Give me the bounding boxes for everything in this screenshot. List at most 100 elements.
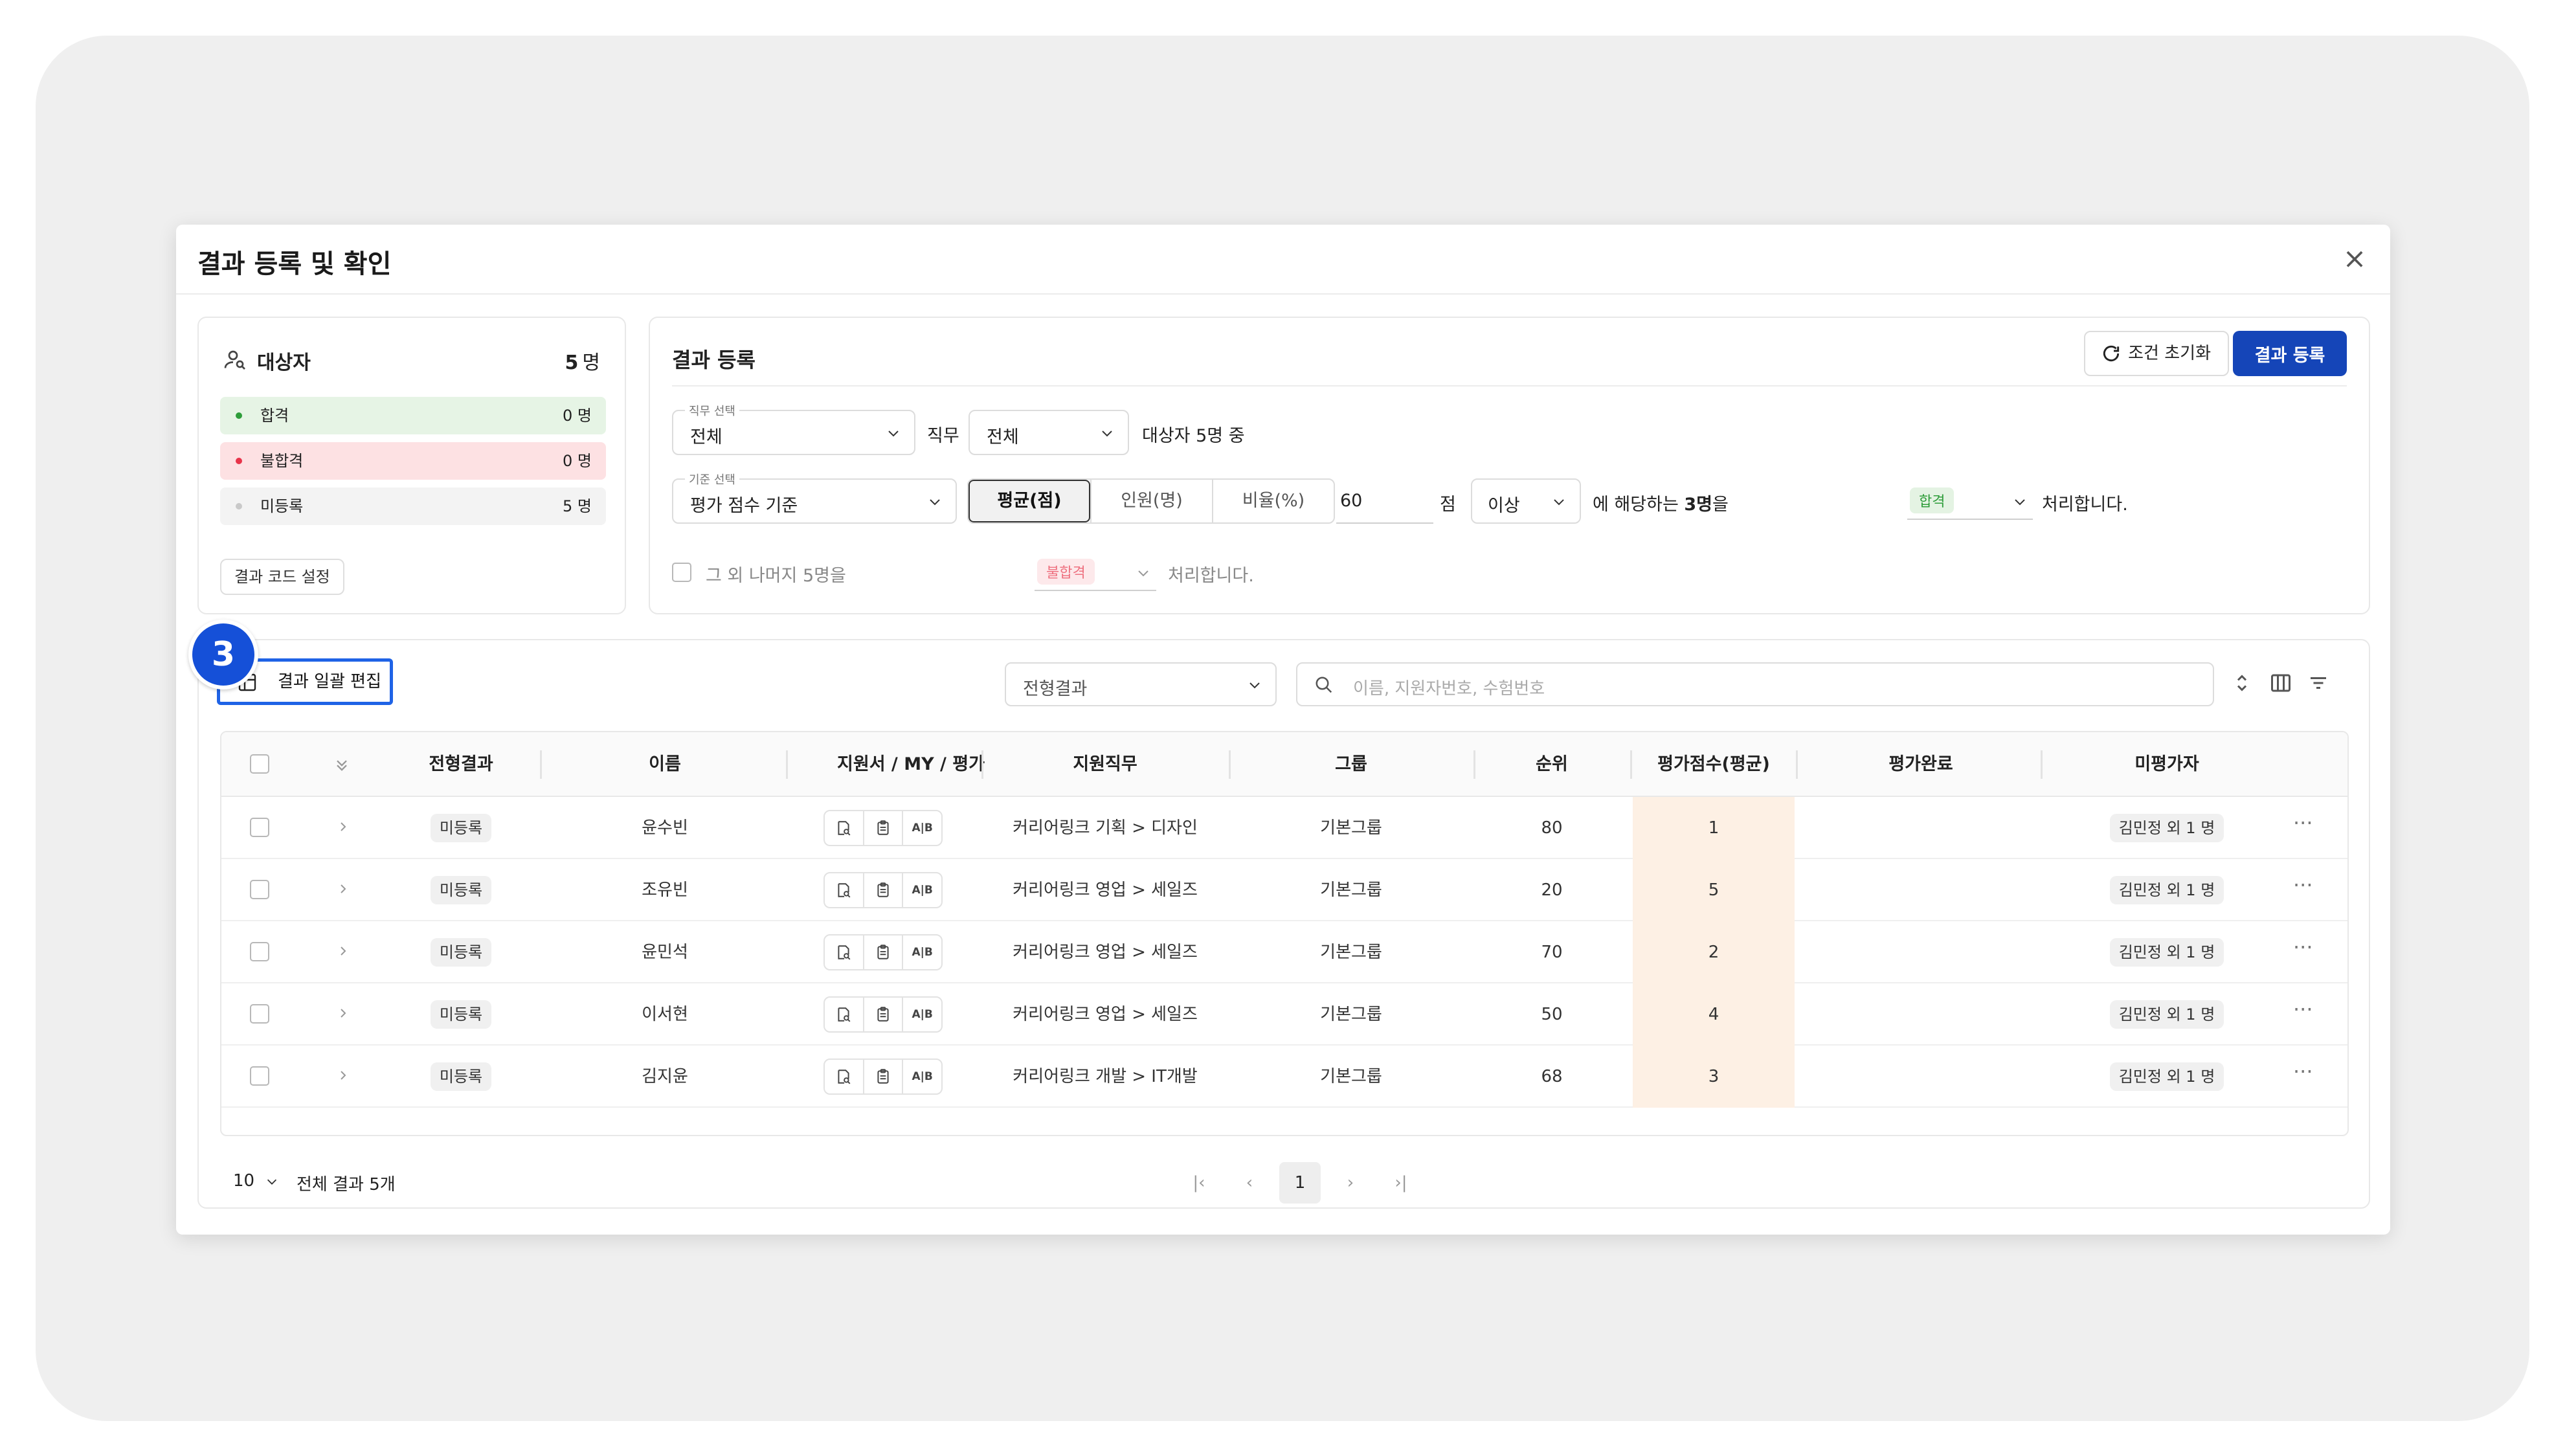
clipboard-icon[interactable] (862, 935, 902, 969)
status-chip: 미등록 (430, 814, 492, 842)
applicant-table: 전형결과 이름 지원서 / MY / 평가 지원직무 그룹 순위 평가점수(평균… (220, 731, 2349, 1136)
name-cell[interactable]: 윤민석 (545, 921, 785, 983)
clipboard-icon[interactable] (862, 1060, 902, 1093)
ab-icon[interactable]: A|B (902, 1060, 941, 1093)
more-icon[interactable]: ··· (2293, 921, 2313, 983)
next-page-icon[interactable]: › (1330, 1162, 1371, 1204)
target-summary-card: 대상자 5명 합격 0 명 불합격 0 명 미등록 5 명 결과 코드 설정 (197, 317, 626, 614)
col-job[interactable]: 지원직무 (985, 732, 1225, 797)
chevron-right-icon[interactable] (335, 1005, 351, 1021)
pending-chip[interactable]: 김민정 외 1 명 (2109, 1000, 2224, 1029)
chevron-right-icon[interactable] (335, 819, 351, 834)
row-checkbox[interactable] (250, 942, 269, 961)
job-cell: 커리어링크 영업 > 세일즈 (1013, 1005, 1198, 1024)
col-score[interactable]: 평가점수(평균) (1633, 732, 1795, 797)
chevron-right-icon[interactable] (335, 881, 351, 897)
pending-cell: 김민정 외 1 명 (2047, 983, 2287, 1046)
resume-search-icon[interactable] (825, 998, 863, 1031)
resume-search-icon[interactable] (825, 1060, 863, 1093)
double-chevron-down-icon[interactable] (333, 756, 351, 774)
page-button[interactable]: 1 (1279, 1162, 1321, 1204)
criteria-select[interactable]: 기준 선택 평가 점수 기준 (672, 471, 957, 524)
chevron-right-icon[interactable] (335, 943, 351, 959)
reset-conditions-button[interactable]: 조건 초기화 (2084, 331, 2229, 376)
score-input[interactable]: 60 (1336, 478, 1433, 524)
ab-icon[interactable]: A|B (902, 811, 941, 845)
search-icon (1316, 677, 1332, 693)
more-icon[interactable]: ··· (2293, 859, 2313, 921)
table-row[interactable]: 미등록 조유빈 A|B 커리어링크 영업 > 세일즈 기본그룹 20 5 김민정… (221, 859, 2347, 921)
ab-icon[interactable]: A|B (902, 998, 941, 1031)
fail-result-select[interactable]: 불합격 (1035, 552, 1156, 591)
col-done[interactable]: 평가완료 (1801, 732, 2041, 797)
name-cell[interactable]: 이서현 (545, 983, 785, 1046)
last-page-icon[interactable]: ›| (1380, 1162, 1422, 1204)
pass-dot (236, 412, 242, 419)
column-divider (786, 750, 788, 779)
segment-average[interactable]: 평균(점) (969, 480, 1090, 522)
pending-chip[interactable]: 김민정 외 1 명 (2109, 938, 2224, 967)
table-row[interactable]: 미등록 김지윤 A|B 커리어링크 개발 > IT개발 기본그룹 68 3 김민… (221, 1046, 2347, 1108)
page-size-select[interactable]: 10 (233, 1171, 279, 1191)
row-checkbox[interactable] (250, 1066, 269, 1086)
prev-page-icon[interactable]: ‹ (1229, 1162, 1270, 1204)
table-row[interactable]: 미등록 이서현 A|B 커리어링크 영업 > 세일즈 기본그룹 50 4 김민정… (221, 983, 2347, 1046)
sort-icon[interactable] (2230, 671, 2254, 695)
group-cell: 기본그룹 (1320, 818, 1382, 838)
pending-chip[interactable]: 김민정 외 1 명 (2109, 1062, 2224, 1091)
pending-chip[interactable]: 김민정 외 1 명 (2109, 876, 2224, 904)
more-icon[interactable]: ··· (2293, 1046, 2313, 1108)
stat-value: 0 명 (563, 407, 592, 425)
name-cell[interactable]: 조유빈 (545, 859, 785, 921)
pending-cell: 김민정 외 1 명 (2047, 859, 2287, 921)
col-pending[interactable]: 미평가자 (2047, 732, 2287, 797)
ab-icon[interactable]: A|B (902, 935, 941, 969)
segment-count[interactable]: 인원(명) (1090, 480, 1212, 522)
job-value-select[interactable]: 전체 (969, 410, 1129, 455)
select-all-checkbox[interactable] (250, 754, 269, 774)
column-divider (1229, 750, 1231, 779)
divider (672, 385, 2347, 386)
more-icon[interactable]: ··· (2293, 983, 2313, 1046)
row-checkbox[interactable] (250, 1004, 269, 1024)
rest-checkbox[interactable] (672, 563, 691, 582)
more-icon[interactable]: ··· (2293, 797, 2313, 859)
compare-select[interactable]: 이상 (1471, 478, 1581, 524)
row-checkbox[interactable] (250, 818, 269, 837)
row-checkbox[interactable] (250, 880, 269, 899)
resume-search-icon[interactable] (825, 935, 863, 969)
name-cell[interactable]: 윤수빈 (545, 797, 785, 859)
table-row[interactable]: 미등록 윤민석 A|B 커리어링크 영업 > 세일즈 기본그룹 70 2 김민정… (221, 921, 2347, 983)
resume-search-icon[interactable] (825, 811, 863, 845)
column-divider (540, 750, 542, 779)
status-cell: 미등록 (390, 859, 532, 921)
status-chip: 미등록 (430, 1062, 492, 1091)
col-group[interactable]: 그룹 (1231, 732, 1471, 797)
col-name[interactable]: 이름 (545, 732, 785, 797)
document-icons: A|B (823, 872, 943, 908)
stat-label: 불합격 (260, 452, 304, 470)
table-row[interactable]: 미등록 윤수빈 A|B 커리어링크 기획 > 디자인 기본그룹 80 1 김민정… (221, 797, 2347, 859)
clipboard-icon[interactable] (862, 873, 902, 907)
filter-icon[interactable] (2307, 671, 2330, 695)
col-rank[interactable]: 순위 (1477, 732, 1626, 797)
search-input[interactable]: 이름, 지원자번호, 수험번호 (1296, 662, 2214, 706)
name-cell[interactable]: 김지윤 (545, 1046, 785, 1108)
columns-icon[interactable] (2269, 671, 2292, 695)
pass-result-select[interactable]: 합격 (1907, 481, 2033, 520)
clipboard-icon[interactable] (862, 811, 902, 845)
pending-chip[interactable]: 김민정 외 1 명 (2109, 814, 2224, 842)
close-icon[interactable]: × (2338, 243, 2371, 275)
clipboard-icon[interactable] (862, 998, 902, 1031)
first-page-icon[interactable]: |‹ (1178, 1162, 1220, 1204)
ab-icon[interactable]: A|B (902, 873, 941, 907)
result-code-settings-button[interactable]: 결과 코드 설정 (220, 559, 344, 595)
register-result-button[interactable]: 결과 등록 (2233, 331, 2347, 376)
chevron-down-icon (267, 1179, 277, 1185)
result-filter-select[interactable]: 전형결과 (1005, 662, 1277, 706)
job-select[interactable]: 직무 선택 전체 (672, 402, 915, 455)
resume-search-icon[interactable] (825, 873, 863, 907)
chevron-right-icon[interactable] (335, 1068, 351, 1083)
col-status[interactable]: 전형결과 (390, 732, 532, 797)
segment-ratio[interactable]: 비율(%) (1212, 480, 1334, 522)
